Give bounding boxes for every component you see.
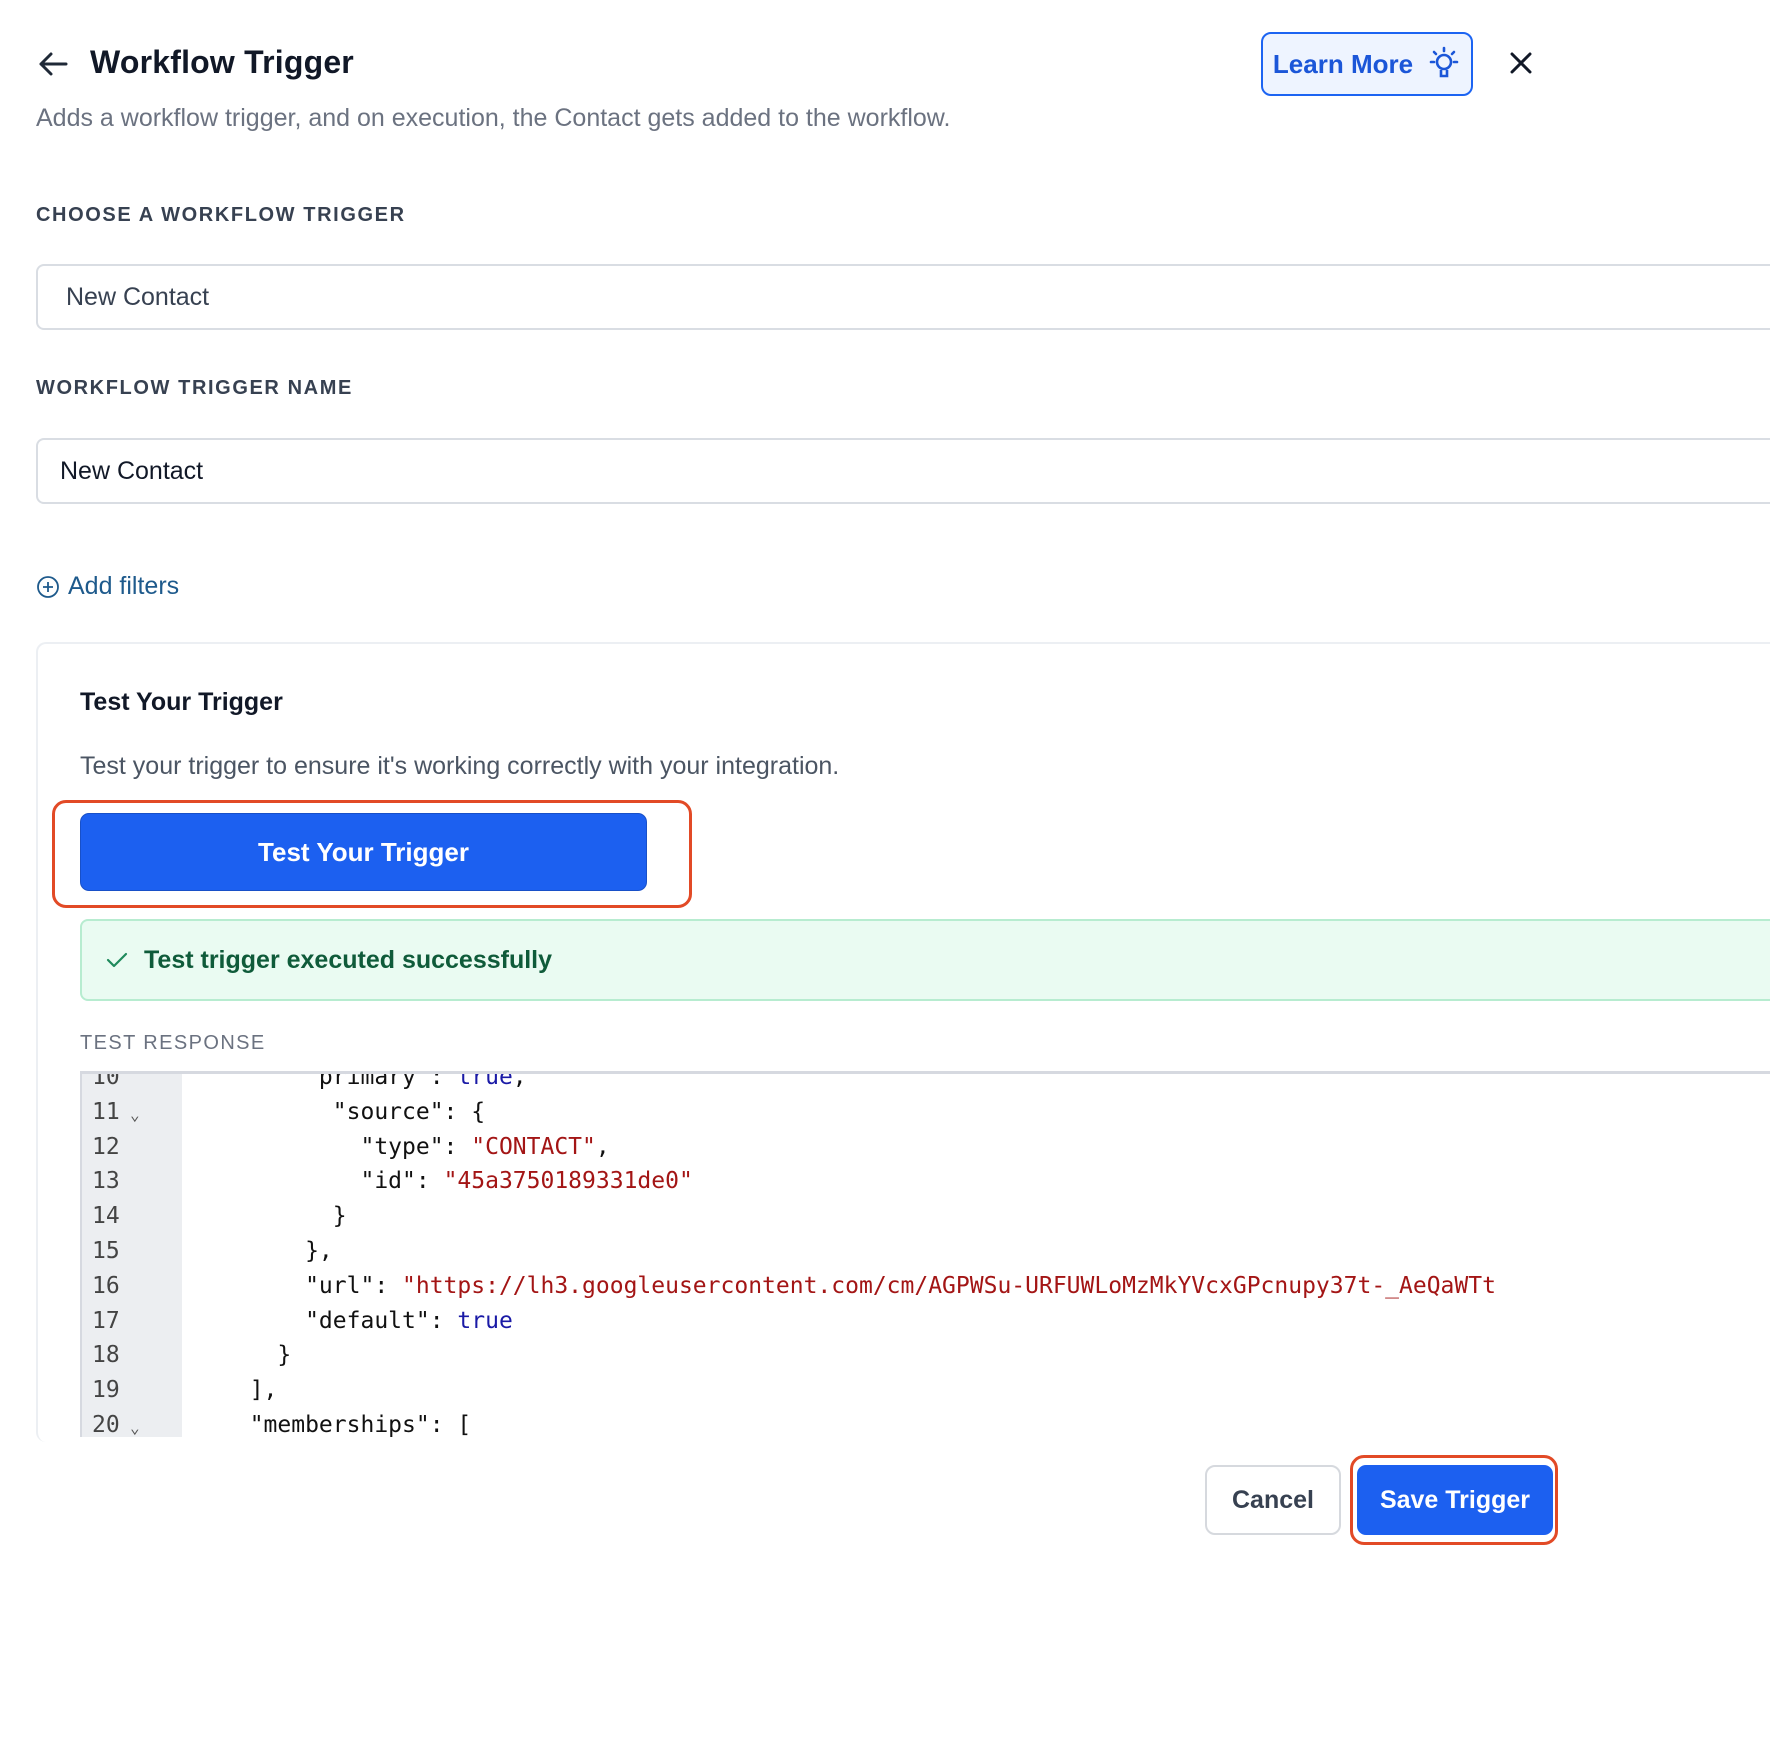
learn-more-label: Learn More bbox=[1272, 48, 1414, 79]
code-line-text: "default": true bbox=[222, 1307, 513, 1334]
arrow-left-icon bbox=[39, 52, 68, 76]
cancel-button[interactable]: Cancel bbox=[1205, 1465, 1341, 1535]
close-button[interactable] bbox=[1504, 46, 1538, 80]
add-filters-link[interactable]: Add filters bbox=[36, 572, 179, 601]
success-alert: Test trigger executed successfully bbox=[80, 919, 1770, 1001]
code-line: 17 "default": true bbox=[82, 1304, 1770, 1339]
line-number: 14 bbox=[92, 1203, 120, 1230]
test-section-description: Test your trigger to ensure it's working… bbox=[80, 752, 840, 780]
code-line-text: "memberships": [ bbox=[222, 1412, 472, 1437]
code-line-text: "url": "https://lh3.googleusercontent.co… bbox=[222, 1272, 1496, 1299]
trigger-select[interactable]: New Contact bbox=[36, 264, 1770, 330]
code-line: 20 ⌄ "memberships": [ bbox=[82, 1408, 1770, 1437]
code-line-text: ], bbox=[222, 1377, 278, 1404]
lightbulb-icon bbox=[1429, 46, 1459, 78]
test-response-label: TEST RESPONSE bbox=[80, 1032, 266, 1054]
line-number: 12 bbox=[92, 1133, 120, 1160]
line-number: 19 bbox=[92, 1377, 120, 1404]
fold-chevron-icon[interactable]: ⌄ bbox=[130, 1097, 140, 1132]
success-message: Test trigger executed successfully bbox=[144, 945, 553, 974]
header: Workflow Trigger Learn More bbox=[36, 30, 1766, 100]
code-line-text: "id": "45a3750189331de0" bbox=[222, 1168, 693, 1195]
line-number: 13 bbox=[92, 1168, 120, 1195]
check-icon bbox=[106, 952, 128, 968]
line-number: 20 bbox=[92, 1412, 120, 1437]
trigger-name-value: New Contact bbox=[60, 456, 204, 485]
plus-circle-icon bbox=[37, 575, 59, 598]
page-title: Workflow Trigger bbox=[90, 44, 354, 80]
code-line-text: "source": { bbox=[222, 1098, 486, 1125]
code-line-text: "type": "CONTACT", bbox=[222, 1133, 610, 1160]
page-subtitle: Adds a workflow trigger, and on executio… bbox=[36, 104, 951, 132]
code-line-text: }, bbox=[222, 1238, 333, 1264]
line-number: 18 bbox=[92, 1342, 120, 1369]
line-number: 15 bbox=[92, 1238, 120, 1264]
code-line: 16 "url": "https://lh3.googleusercontent… bbox=[82, 1269, 1770, 1304]
code-line: 19 ], bbox=[82, 1373, 1770, 1408]
line-number: 10 bbox=[92, 1071, 120, 1090]
save-trigger-button[interactable]: Save Trigger bbox=[1357, 1465, 1553, 1535]
trigger-name-input[interactable]: New Contact bbox=[36, 438, 1770, 504]
code-line: 18 } bbox=[82, 1338, 1770, 1373]
code-line: 11 ⌄ "source": { bbox=[82, 1095, 1770, 1130]
code-line-text: "primary": true, bbox=[222, 1071, 527, 1090]
back-button[interactable] bbox=[36, 44, 70, 84]
line-number: 17 bbox=[92, 1307, 120, 1334]
test-section-title: Test Your Trigger bbox=[80, 688, 283, 716]
line-number: 16 bbox=[92, 1272, 120, 1299]
code-line: 15 }, bbox=[82, 1234, 1770, 1269]
code-line: 10 "primary": true, bbox=[82, 1071, 1770, 1095]
line-number: 11 bbox=[92, 1098, 120, 1125]
trigger-select-value: New Contact bbox=[66, 282, 210, 311]
code-editor[interactable]: 10 "primary": true, 11 ⌄ "source": { 12 "ty… bbox=[80, 1071, 1770, 1437]
code-line: 14 } bbox=[82, 1199, 1770, 1234]
code-line: 13 "id": "45a3750189331de0" bbox=[82, 1164, 1770, 1199]
trigger-name-label: WORKFLOW TRIGGER NAME bbox=[36, 377, 353, 399]
code-line: 12 "type": "CONTACT", bbox=[82, 1130, 1770, 1165]
close-icon bbox=[1510, 52, 1532, 74]
trigger-select-label: CHOOSE A WORKFLOW TRIGGER bbox=[36, 204, 406, 226]
add-filters-label: Add filters bbox=[68, 572, 180, 600]
learn-more-button[interactable]: Learn More bbox=[1261, 32, 1473, 96]
code-line-text: } bbox=[222, 1203, 347, 1230]
code-line-text: } bbox=[222, 1342, 292, 1369]
fold-chevron-icon[interactable]: ⌄ bbox=[130, 1410, 140, 1437]
test-trigger-button[interactable]: Test Your Trigger bbox=[80, 813, 647, 891]
